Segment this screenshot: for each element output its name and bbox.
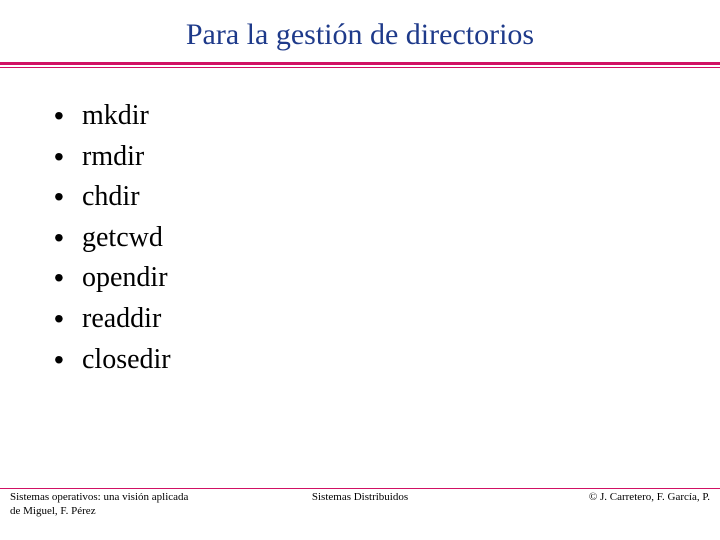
list-item-text: getcwd — [82, 218, 163, 259]
list-item-text: rmdir — [82, 137, 144, 178]
list-item-text: readdir — [82, 299, 161, 340]
list-item-text: chdir — [82, 177, 140, 218]
list-item: • getcwd — [54, 218, 720, 259]
bullet-icon: • — [54, 299, 82, 340]
list-item: • closedir — [54, 340, 720, 381]
list-item: • mkdir — [54, 96, 720, 137]
footer-left-line2: de Miguel, F. Pérez — [10, 505, 188, 519]
list-item: • rmdir — [54, 137, 720, 178]
footer-rule — [0, 488, 720, 489]
list-item-text: opendir — [82, 258, 168, 299]
bullet-icon: • — [54, 96, 82, 137]
list-item: • readdir — [54, 299, 720, 340]
bullet-list: • mkdir • rmdir • chdir • getcwd • opend… — [0, 68, 720, 380]
slide-title: Para la gestión de directorios — [0, 0, 720, 62]
bullet-icon: • — [54, 137, 82, 178]
footer-left-line1: Sistemas operativos: una visión aplicada — [10, 491, 188, 505]
list-item: • opendir — [54, 258, 720, 299]
footer: Sistemas operativos: una visión aplicada… — [0, 488, 720, 528]
footer-center: Sistemas Distribuidos — [312, 491, 408, 503]
list-item-text: mkdir — [82, 96, 149, 137]
slide: Para la gestión de directorios • mkdir •… — [0, 0, 720, 540]
bullet-icon: • — [54, 258, 82, 299]
footer-right: © J. Carretero, F. García, P. — [589, 491, 710, 503]
title-rule-thick — [0, 62, 720, 65]
list-item-text: closedir — [82, 340, 171, 381]
bullet-icon: • — [54, 177, 82, 218]
footer-left: Sistemas operativos: una visión aplicada… — [10, 491, 188, 519]
bullet-icon: • — [54, 340, 82, 381]
list-item: • chdir — [54, 177, 720, 218]
bullet-icon: • — [54, 218, 82, 259]
